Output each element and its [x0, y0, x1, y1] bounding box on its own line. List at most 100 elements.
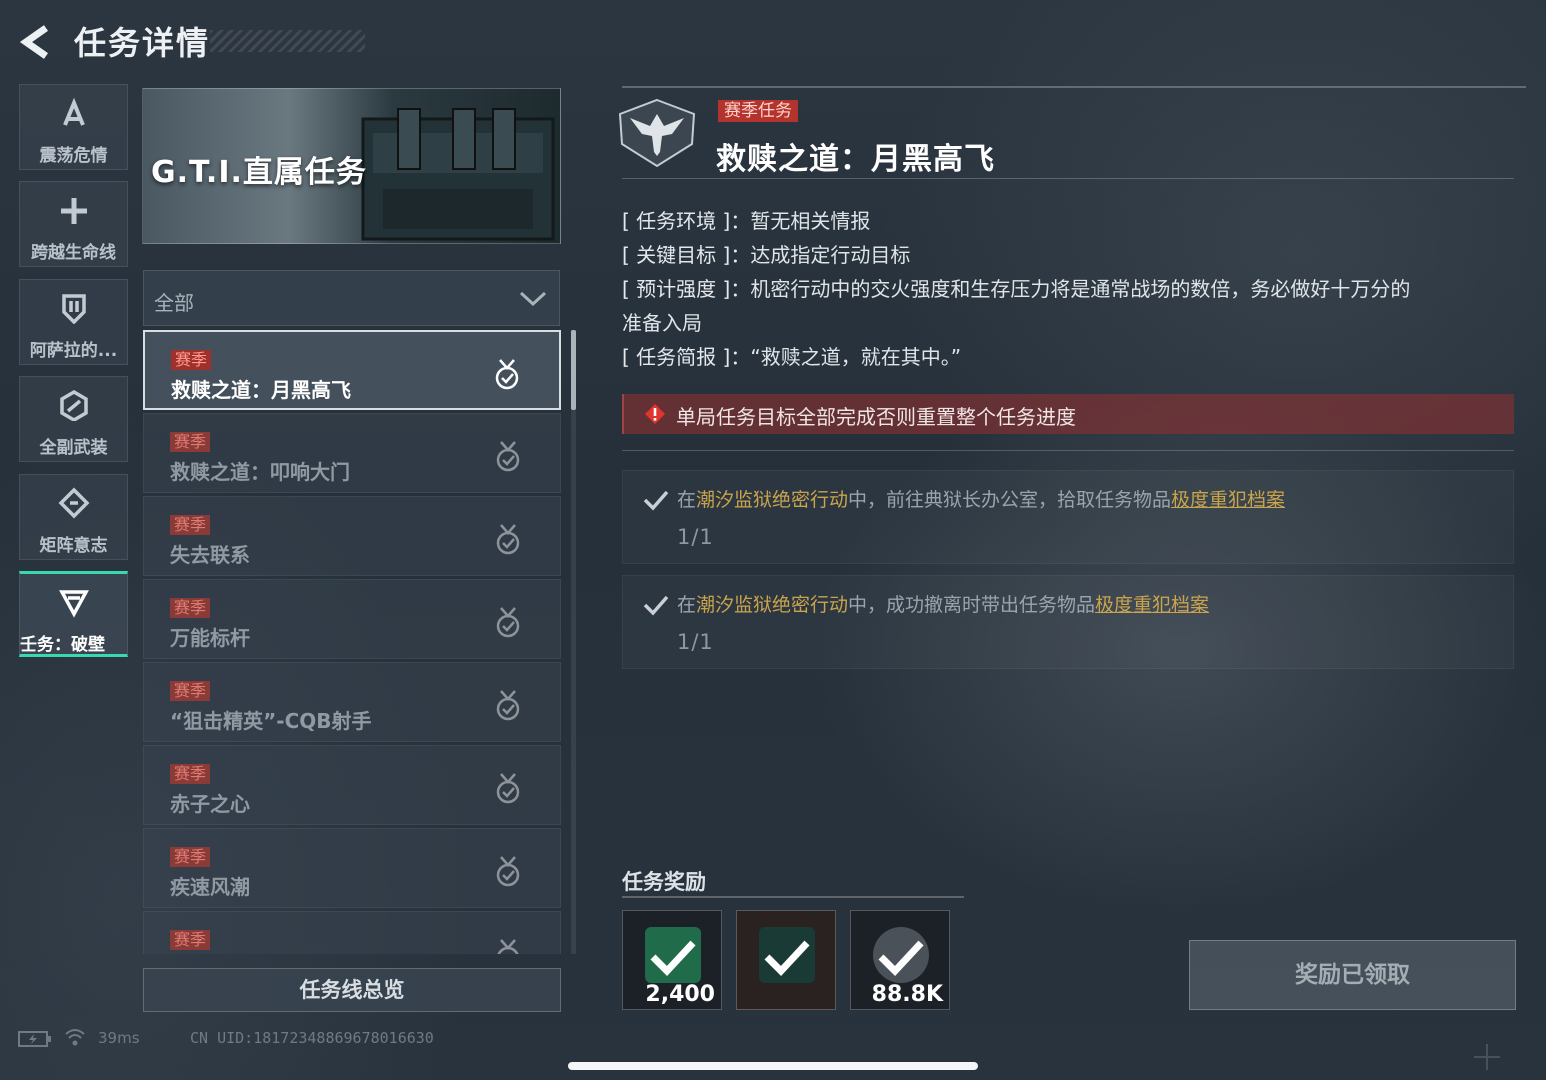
objective-item-link[interactable]: 极度重犯档案 [1171, 489, 1285, 511]
user-uid: CN UID:18172348869678016630 [190, 1029, 434, 1047]
category-item-lifeline[interactable]: 跨越生命线 [19, 181, 128, 267]
hexagon-link-icon [60, 389, 88, 421]
info-key: [ 任务环境 ]： [622, 209, 751, 233]
supply-crate-image [361, 108, 555, 241]
season-tag: 赛季 [170, 930, 211, 950]
info-strength: [ 预计强度 ]：机密行动中的交火强度和生存压力将是通常战场的数倍，务必做好十万… [622, 272, 1514, 306]
category-label: 阿萨拉的... [29, 341, 118, 361]
medal-check-icon [496, 773, 520, 804]
rewards-title: 任务奖励 [622, 870, 706, 894]
category-item-breach[interactable]: 壬务：破壁 [19, 571, 128, 657]
reward-quantity: 88.8K [871, 982, 943, 1007]
category-label: 跨越生命线 [31, 243, 116, 263]
season-mission-tag: 赛季任务 [718, 100, 798, 122]
category-item-matrix[interactable]: 矩阵意志 [19, 474, 128, 560]
chevron-down-icon [519, 291, 547, 307]
plus-icon [1474, 1044, 1500, 1070]
title-decoration [210, 30, 365, 52]
mission-name: 万能标杆 [170, 626, 250, 650]
objective-progress: 1/1 [677, 525, 714, 549]
season-tag: 赛季 [170, 432, 211, 452]
medal-check-icon [496, 690, 520, 721]
objective-item-link[interactable]: 极度重犯档案 [1095, 594, 1209, 616]
mission-title: 救赎之道：月黑高飞 [716, 142, 995, 177]
medal-check-icon [496, 856, 520, 887]
objective-location: 潮汐监狱绝密行动 [696, 489, 849, 511]
banner-title: G.T.I.直属任务 [151, 155, 367, 190]
warning-icon [645, 404, 665, 424]
category-label: 矩阵意志 [39, 536, 108, 556]
reward-item[interactable]: 2,400 [622, 910, 722, 1010]
category-item-armed[interactable]: 全副武装 [19, 376, 128, 462]
mission-item[interactable]: 赛季 赤子之心 [143, 745, 561, 825]
back-arrow-icon[interactable] [16, 22, 56, 62]
medal-check-icon [495, 359, 519, 390]
network-ping: 39ms [98, 1029, 140, 1047]
mission-item-selected[interactable]: 赛季 救赎之道：月黑高飞 [143, 330, 561, 410]
objective-text: 在潮汐监狱绝密行动中，前往典狱长办公室，拾取任务物品极度重犯档案 [677, 489, 1286, 511]
season-tag: 赛季 [171, 350, 212, 370]
list-scroll-track[interactable] [571, 330, 576, 954]
mission-line-banner: G.T.I.直属任务 [142, 88, 561, 244]
divider [622, 896, 964, 898]
medal-check-icon [497, 939, 519, 954]
reward-claimed-button[interactable]: 奖励已领取 [1189, 940, 1516, 1010]
info-value: 机密行动中的交火强度和生存压力将是通常战场的数倍，务必做好十万分的 [750, 277, 1411, 301]
category-label: 全副武装 [39, 438, 108, 458]
warning-text: 单局任务目标全部完成否则重置整个任务进度 [676, 405, 1076, 429]
info-key: [ 关键目标 ]： [622, 243, 751, 267]
objective-location: 潮汐监狱绝密行动 [696, 594, 849, 616]
triangle-v-icon [59, 590, 89, 618]
medal-check-icon [496, 607, 520, 638]
info-environment: [ 任务环境 ]：暂无相关情报 [622, 204, 1514, 238]
info-key-objective: [ 关键目标 ]：达成指定行动目标 [622, 238, 1514, 272]
category-item-shock[interactable]: 震荡危情 [19, 84, 128, 170]
objective-text: 在潮汐监狱绝密行动中，成功撤离时带出任务物品极度重犯档案 [677, 594, 1210, 616]
plus-cross-icon [61, 198, 87, 224]
list-scrollbar[interactable] [571, 330, 576, 410]
reward-item[interactable] [736, 910, 836, 1010]
season-tag: 赛季 [170, 515, 211, 535]
category-item-asara[interactable]: 阿萨拉的... [19, 279, 128, 365]
mission-item[interactable]: 赛季 “狙击精英”-CQB射手 [143, 662, 561, 742]
objective-item: 在潮汐监狱绝密行动中，前往典狱长办公室，拾取任务物品极度重犯档案 1/1 [622, 470, 1514, 564]
mission-item[interactable]: 赛季 疾速风潮 [143, 828, 561, 908]
mission-name: 疾速风潮 [170, 875, 250, 899]
info-value: 准备入局 [622, 311, 702, 335]
medal-check-icon [496, 441, 520, 472]
filter-selected-value: 全部 [154, 291, 194, 315]
eagle-emblem-icon [618, 98, 696, 168]
mission-item[interactable]: 赛季 万能标杆 [143, 579, 561, 659]
info-key: [ 任务简报 ]： [622, 345, 751, 369]
season-tag: 赛季 [170, 764, 211, 784]
season-tag: 赛季 [170, 847, 211, 867]
mission-item[interactable]: 赛季 救赎之道：叩响大门 [143, 413, 561, 493]
page-title: 任务详情 [74, 24, 211, 62]
info-value: “救赎之道，就在其中。” [750, 345, 962, 369]
info-key: [ 预计强度 ]： [622, 277, 751, 301]
home-indicator[interactable] [568, 1062, 978, 1070]
info-value: 达成指定行动目标 [750, 243, 911, 267]
mission-item[interactable]: 赛季 失去联系 [143, 496, 561, 576]
wifi-icon [65, 1029, 85, 1046]
mission-name: 赤子之心 [170, 792, 250, 816]
medal-check-icon [496, 524, 520, 555]
chevron-a-icon [63, 97, 85, 126]
info-strength-continued: 准备入局 [622, 306, 1514, 340]
mission-filter-dropdown[interactable]: 全部 [143, 270, 560, 326]
mission-item[interactable]: 赛季 [143, 911, 561, 954]
shield-icon [62, 294, 86, 324]
reward-item[interactable]: 88.8K [850, 910, 950, 1010]
category-label: 震荡危情 [39, 146, 108, 166]
check-icon [643, 595, 669, 616]
diamond-arrows-icon [58, 487, 90, 519]
battery-icon [18, 1031, 51, 1047]
info-value: 暂无相关情报 [750, 209, 871, 233]
reward-quantity: 2,400 [645, 982, 715, 1007]
mission-name: 失去联系 [170, 543, 250, 567]
mission-name: “狙击精英”-CQB射手 [170, 709, 372, 733]
season-tag: 赛季 [170, 598, 211, 618]
check-icon [643, 490, 669, 511]
check-icon [878, 940, 924, 977]
mission-line-overview-button[interactable]: 任务线总览 [143, 968, 561, 1012]
